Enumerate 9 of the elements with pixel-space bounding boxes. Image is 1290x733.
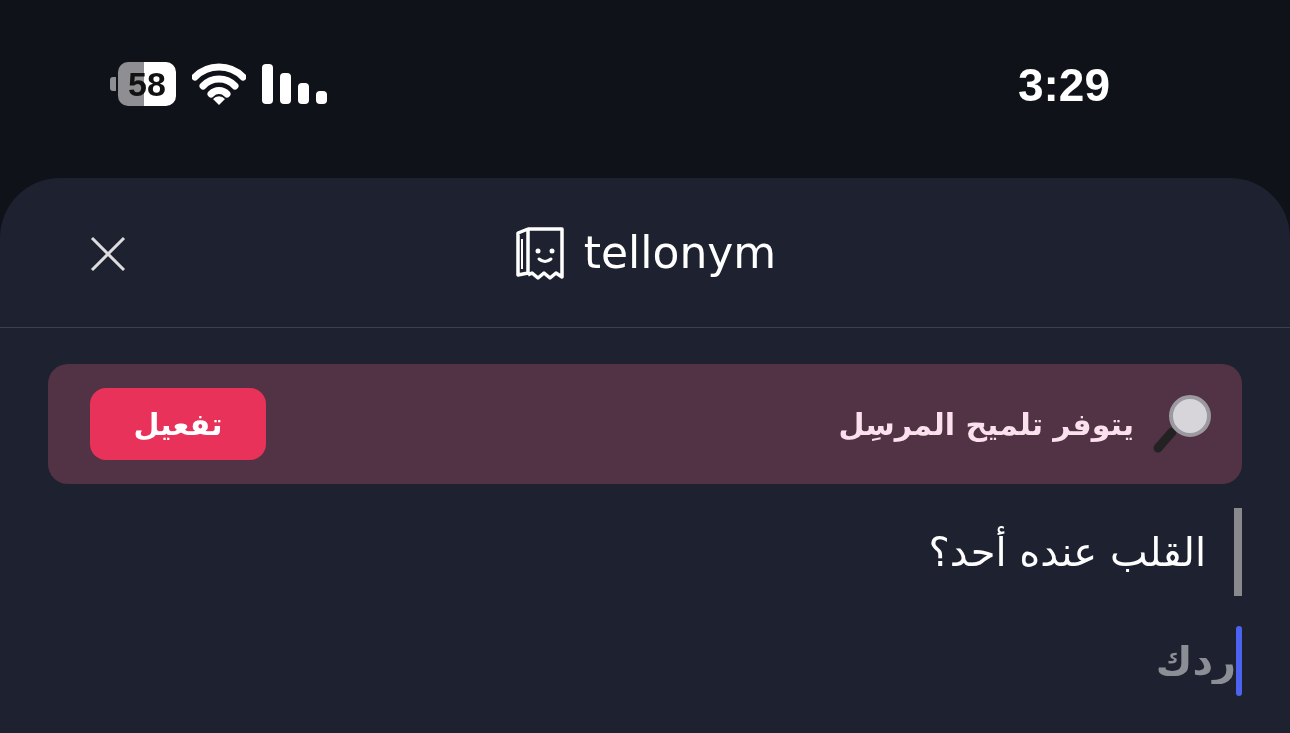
activate-button[interactable]: تفعيل	[90, 388, 266, 460]
logo-text: tellonym	[583, 225, 777, 280]
close-button[interactable]	[88, 234, 128, 274]
clock-time: 3:29	[1017, 62, 1110, 108]
signal-icon	[261, 64, 330, 104]
hint-text: يتوفر تلميح المرسِل	[838, 405, 1134, 444]
question-text: القلب عنده أحد؟	[928, 508, 1242, 596]
text-cursor	[1236, 626, 1242, 696]
wifi-icon	[191, 62, 246, 106]
